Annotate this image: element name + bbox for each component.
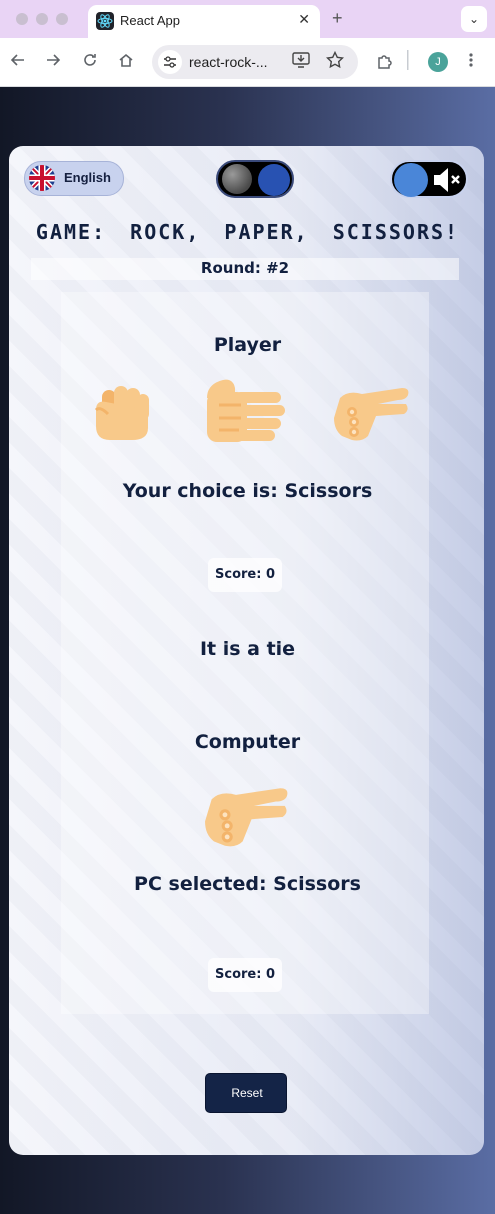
reset-button-label: Reset [231,1086,263,1100]
round-label: Round: #2 [200,259,290,277]
computer-heading: Computer [194,731,301,753]
profile-avatar[interactable]: J [428,52,448,72]
round-bar: Round: #2 [31,258,459,280]
theme-toggle-knob [258,164,290,196]
address-bar[interactable]: react-rock-... [152,45,358,79]
game-title: GAME: ROCK, PAPER, SCISSORS! [35,220,460,244]
tab-close-icon[interactable]: ✕ [298,11,310,28]
browser-toolbar: react-rock-... J [0,38,495,87]
language-label: English [64,170,111,185]
maximize-window-button[interactable] [56,13,68,25]
bookmark-star-icon[interactable] [325,50,345,74]
extensions-icon[interactable] [376,52,394,75]
computer-score-box: Score: 0 [208,958,282,992]
reload-icon[interactable] [82,52,98,73]
menu-icon[interactable] [468,52,474,73]
browser-tab[interactable]: React App ✕ [88,5,320,38]
computer-choice-text: PC selected: Scissors [134,873,361,895]
language-selector[interactable]: English [24,161,124,196]
forward-icon[interactable] [45,52,61,73]
speaker-muted-icon [432,166,462,199]
site-settings-icon[interactable] [158,50,182,74]
player-choice-text: Your choice is: Scissors [122,480,373,502]
tab-title: React App [120,13,180,28]
tab-strip: React App ✕ + ⌄ [0,0,495,38]
player-score-box: Score: 0 [208,558,282,592]
minimize-window-button[interactable] [36,13,48,25]
back-icon[interactable] [10,52,26,73]
player-heading: Player [213,334,282,356]
scissors-button-icon[interactable] [332,386,410,442]
new-tab-icon[interactable]: + [332,8,343,29]
url-text: react-rock-... [189,54,268,70]
uk-flag-icon [29,165,55,191]
toolbar-divider [407,50,409,75]
react-favicon-icon [96,12,114,30]
home-icon[interactable] [118,52,134,73]
close-window-button[interactable] [16,13,28,25]
rock-button-icon[interactable] [92,380,152,442]
paper-button-icon[interactable] [205,378,287,444]
sound-toggle[interactable] [390,160,468,198]
computer-score: Score: 0 [215,967,275,982]
result-text: It is a tie [199,638,296,660]
reset-button[interactable]: Reset [205,1073,287,1113]
moon-icon [222,164,252,194]
theme-toggle[interactable] [216,160,294,198]
tab-search-icon[interactable]: ⌄ [461,6,487,32]
computer-scissors-icon [205,788,288,847]
sound-toggle-knob [394,163,428,197]
player-score: Score: 0 [215,567,275,582]
install-icon[interactable] [292,52,310,72]
